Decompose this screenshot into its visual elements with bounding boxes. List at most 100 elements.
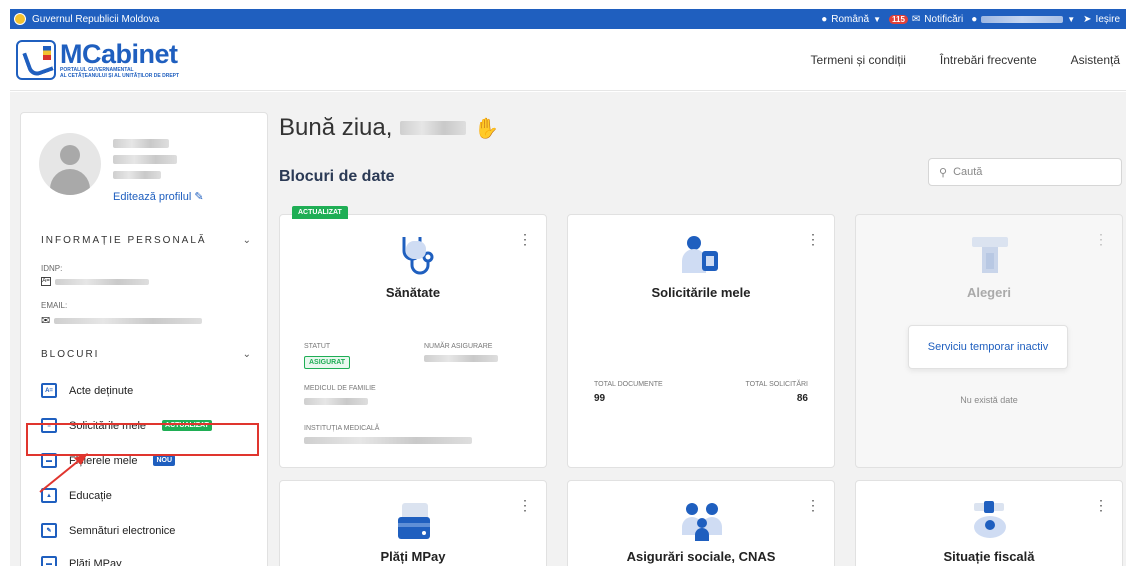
more-options-icon[interactable]: ⋮	[1094, 231, 1108, 248]
notifications-button[interactable]: 115 ✉ Notificări	[888, 13, 964, 25]
user-menu[interactable]: ● ▼	[971, 14, 1075, 25]
main-area: Editează profilul ✎ INFORMAȚIE PERSONALĂ…	[10, 92, 1126, 566]
card-title: Plăți MPay	[380, 549, 446, 564]
sidebar-item-mpay[interactable]: ▬ Plăți MPay	[41, 556, 122, 566]
profile-surname-redacted	[113, 155, 177, 164]
profile-name-redacted	[113, 139, 169, 148]
card-title: Alegeri	[966, 285, 1012, 300]
chevron-down-icon[interactable]: ⌄	[243, 235, 251, 246]
notification-count-badge: 115	[888, 14, 908, 24]
faq-link[interactable]: Întrebări frecvente	[940, 53, 1037, 67]
greeting: Bună ziua, ✋	[279, 114, 499, 142]
insurance-number-redacted	[424, 355, 498, 362]
sidebar-item-label: Acte deținute	[69, 384, 134, 397]
family-doctor-redacted	[304, 398, 368, 405]
person-document-icon	[682, 236, 718, 273]
sidebar-item-acte[interactable]: A= Acte deținute	[41, 383, 133, 398]
logout-button[interactable]: ➤ Ieșire	[1083, 14, 1120, 25]
family-doctor-label: MEDICUL DE FAMILIE	[304, 385, 376, 392]
government-title[interactable]: Guvernul Republicii Moldova	[32, 14, 159, 25]
logout-icon: ➤	[1083, 13, 1092, 25]
idnp-label: IDNP:	[41, 264, 63, 273]
idnp-redacted	[55, 278, 149, 285]
card-alegeri[interactable]: ⋮ Alegeri Serviciu temporar inactiv Nu e…	[855, 214, 1123, 468]
more-options-icon[interactable]: ⋮	[518, 231, 532, 248]
family-icon	[682, 503, 722, 541]
email-value: ✉	[41, 314, 203, 327]
chevron-down-icon: ▼	[1067, 14, 1076, 24]
email-redacted	[54, 317, 203, 324]
payment-card-icon	[398, 503, 430, 539]
card-cnas[interactable]: ⋮ Asigurări sociale, CNAS	[567, 480, 835, 566]
sidebar-item-label: Plăți MPay	[69, 557, 122, 566]
pencil-icon: ✎	[194, 191, 204, 203]
total-documents-value: 99	[594, 393, 606, 404]
medical-institution-label: INSTITUȚIA MEDICALĂ	[304, 425, 380, 432]
status-badge: ASIGURAT	[304, 356, 351, 369]
statut-label: STATUT	[304, 343, 331, 350]
idnp-value: A=	[41, 277, 149, 286]
updated-tag: ACTUALIZAT	[292, 206, 348, 219]
blocks-title: Blocuri de date	[279, 168, 395, 185]
profile-extra-redacted	[113, 171, 161, 179]
avatar	[39, 133, 101, 195]
more-options-icon[interactable]: ⋮	[518, 497, 532, 514]
language-selector[interactable]: ● Română ▼	[821, 14, 881, 25]
more-options-icon[interactable]: ⋮	[1094, 497, 1108, 514]
globe-icon: ●	[821, 13, 828, 25]
total-documents-label: TOTAL DOCUMENTE	[594, 381, 663, 388]
moldova-seal-icon	[14, 13, 26, 25]
user-icon: ●	[971, 13, 978, 25]
sidebar-item-semnaturi[interactable]: ✎ Semnături electronice	[41, 523, 175, 538]
total-requests-value: 86	[796, 393, 808, 404]
total-requests-label: TOTAL SOLICITĂRI	[745, 381, 809, 388]
id-card-icon: A=	[41, 277, 51, 286]
more-options-icon[interactable]: ⋮	[806, 231, 820, 248]
id-card-icon: A=	[41, 383, 57, 398]
terms-link[interactable]: Termeni și condiții	[811, 53, 906, 67]
language-label: Română	[831, 13, 870, 25]
search-input[interactable]: ⚲ Caută	[928, 158, 1122, 186]
brand-subtitle-2: AL CETĂȚEANULUI ȘI AL UNITĂȚILOR DE DREP…	[60, 72, 180, 79]
brand-name: MCabinet	[60, 38, 178, 69]
card-sanatate[interactable]: ⋮ Sănătate STATUT ASIGURAT NUMĂR ASIGURA…	[279, 214, 547, 468]
card-solicitari[interactable]: ⋮ Solicitările mele TOTAL DOCUMENTE 99 T…	[567, 214, 835, 468]
logout-label: Ieșire	[1095, 13, 1120, 25]
more-options-icon[interactable]: ⋮	[806, 497, 820, 514]
new-badge: NOU	[153, 455, 176, 466]
card-title: Solicitările mele	[651, 285, 751, 300]
piggy-bank-icon	[974, 501, 1006, 538]
envelope-icon: ✉	[41, 315, 51, 327]
card-mpay[interactable]: ⋮ Plăți MPay	[279, 480, 547, 566]
notifications-label: Notificări	[924, 13, 964, 25]
email-label: EMAIL:	[41, 301, 68, 310]
greeting-text: Bună ziua,	[279, 114, 393, 141]
insurance-number-label: NUMĂR ASIGURARE	[424, 343, 493, 350]
envelope-icon: ✉	[911, 13, 921, 25]
edit-profile-link[interactable]: Editează profilul ✎	[113, 190, 204, 203]
waving-hand-icon: ✋	[474, 117, 500, 140]
medical-institution-redacted	[304, 437, 472, 444]
card-title: Sănătate	[385, 285, 441, 300]
search-placeholder: Caută	[953, 166, 983, 178]
annotation-arrow	[39, 453, 88, 493]
sidebar-item-label: Semnături electronice	[69, 524, 176, 537]
greeting-name-redacted	[400, 121, 467, 135]
personal-info-title: INFORMAȚIE PERSONALĂ	[41, 235, 207, 246]
card-fiscal[interactable]: ⋮ Situație fiscală	[855, 480, 1123, 566]
inactive-service-notice: Serviciu temporar inactiv	[908, 325, 1068, 369]
card-title: Situație fiscală	[943, 549, 1035, 564]
chevron-down-icon: ▼	[873, 14, 881, 24]
ballot-box-icon	[972, 237, 1008, 273]
blocks-section-title: BLOCURI	[41, 349, 100, 360]
signature-icon: ✎	[41, 523, 57, 538]
search-icon: ⚲	[939, 166, 948, 179]
mcabinet-logo-icon	[16, 39, 56, 80]
assistance-link[interactable]: Asistență	[1071, 53, 1120, 67]
government-top-bar: Guvernul Republicii Moldova ● Română ▼ 1…	[10, 9, 1126, 29]
site-header: MCabinet PORTALUL GUVERNAMENTAL AL CETĂȚ…	[10, 29, 1126, 91]
card-title: Asigurări sociale, CNAS	[626, 549, 776, 564]
chevron-down-icon[interactable]: ⌄	[243, 349, 251, 360]
mcabinet-logo[interactable]: MCabinet PORTALUL GUVERNAMENTAL AL CETĂȚ…	[16, 38, 180, 80]
edit-profile-label: Editează profilul	[113, 191, 192, 203]
